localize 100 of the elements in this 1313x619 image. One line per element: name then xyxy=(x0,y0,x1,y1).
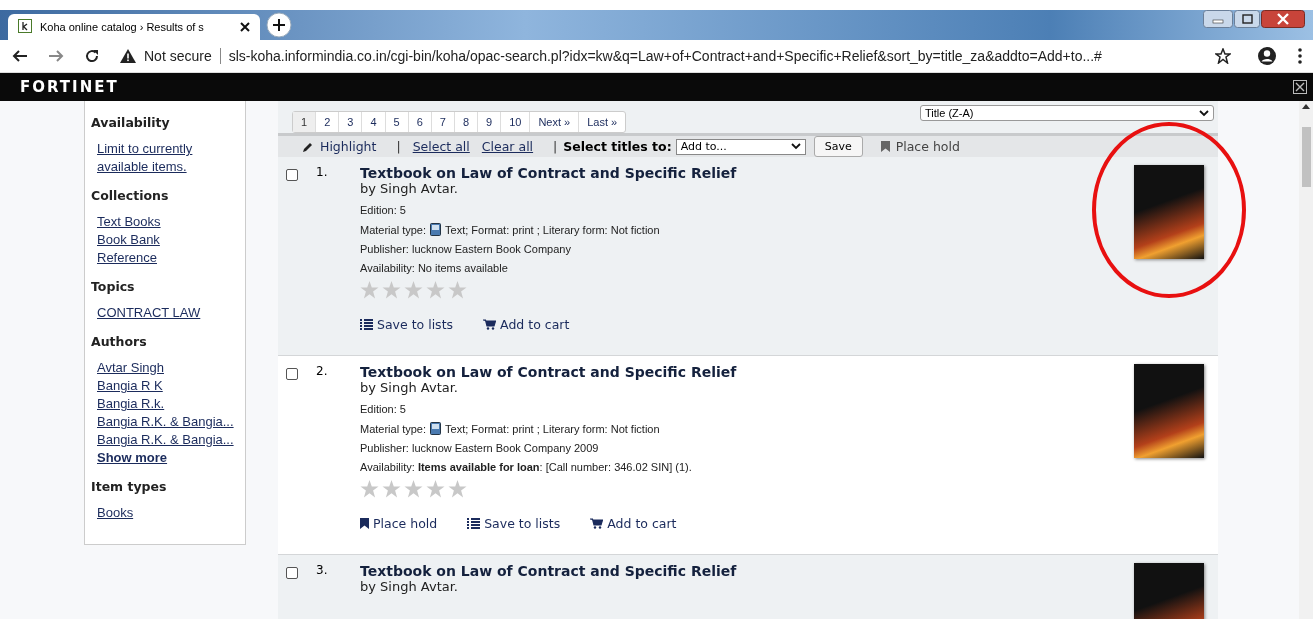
facet-link[interactable]: Bangia R.K. & Bangia... xyxy=(97,413,234,431)
url-text: sls-koha.informindia.co.in/cgi-bin/koha/opac-search.pl?idx=kw&q=Law+of+Contract+and+Specific+Relief&sort_by=title_za&addto=Add+to...# xyxy=(228,48,1103,64)
result-title-link[interactable]: Textbook on Law of Contract and Specific Relief xyxy=(360,364,1134,380)
page-link[interactable]: Last » xyxy=(578,112,626,132)
edition-text: Edition: 5 xyxy=(360,204,407,216)
koha-icon xyxy=(18,19,32,35)
star-icon xyxy=(448,480,467,498)
minimize-icon[interactable] xyxy=(1203,10,1233,28)
result-title-link[interactable]: Textbook on Law of Contract and Specific Relief xyxy=(360,165,1134,181)
page-link[interactable]: 3 xyxy=(338,112,362,132)
facet-link[interactable]: Reference xyxy=(97,249,157,267)
bookmark-star-icon[interactable] xyxy=(1215,48,1231,64)
page-link[interactable]: 9 xyxy=(477,112,501,132)
bookmark-icon xyxy=(360,518,369,529)
add-to-dropdown[interactable]: Add to... xyxy=(675,138,806,155)
result-number: 1. xyxy=(316,165,329,181)
add-to-cart-link[interactable]: Add to cart xyxy=(483,317,570,332)
select-checkbox[interactable] xyxy=(286,368,298,380)
scrollbar[interactable] xyxy=(1299,101,1313,619)
facet-link[interactable]: Bangia R.k. xyxy=(97,395,165,413)
availability-text: Availability: Items available for loan: [Call number: 346.02 SIN] (1). xyxy=(360,461,693,473)
highlight-button[interactable]: Highlight xyxy=(302,139,377,154)
save-to-lists-link[interactable]: Save to lists xyxy=(360,317,454,332)
address-bar[interactable]: Not secure sls-koha.informindia.co.in/cgi-bin/koha/opac-search.pl?idx=kw&q=Law+of+Contract+and+Specific+Relief&sort_by=title_za&addto=Add+to...# xyxy=(120,48,1237,64)
security-label: Not secure xyxy=(144,48,212,64)
star-icon xyxy=(382,281,401,299)
bookmark-icon xyxy=(880,141,890,152)
facet-link[interactable]: Bangia R.K. & Bangia... xyxy=(97,431,234,449)
sort-dropdown[interactable]: Title (Z-A) xyxy=(920,105,1214,121)
place-hold-link[interactable]: Place hold xyxy=(360,516,438,531)
close-icon[interactable] xyxy=(240,22,250,32)
add-to-cart-link[interactable]: Add to cart xyxy=(590,516,677,531)
cart-icon xyxy=(483,319,497,330)
result-title-link[interactable]: Textbook on Law of Contract and Specific Relief xyxy=(360,563,1134,579)
facet-link[interactable]: Book Bank xyxy=(97,231,160,249)
author-text: by Singh Avtar. xyxy=(360,579,459,594)
facet-heading: Availability xyxy=(91,115,171,130)
select-checkbox[interactable] xyxy=(286,567,298,579)
chevron-down-icon xyxy=(790,143,801,150)
rating-stars[interactable] xyxy=(360,480,467,498)
facet-link[interactable]: Avtar Singh xyxy=(97,359,164,377)
page-link[interactable]: 7 xyxy=(430,112,454,132)
cart-icon xyxy=(590,518,604,529)
restore-icon[interactable] xyxy=(1234,10,1260,28)
scrollbar-thumb[interactable] xyxy=(1301,127,1311,187)
save-button[interactable]: Save xyxy=(813,136,863,157)
page-link[interactable]: 6 xyxy=(407,112,431,132)
list-icon xyxy=(360,319,373,330)
pencil-icon xyxy=(302,140,314,153)
separator-text: | xyxy=(396,139,401,154)
facet-link[interactable]: Text Books xyxy=(97,213,161,231)
material-type-text: Text; Format: print ; Literary form: Not fiction xyxy=(445,422,660,435)
book-icon xyxy=(430,422,442,435)
facet-link[interactable]: Books xyxy=(97,504,134,522)
facet-link[interactable]: Limit to currently available items. xyxy=(97,140,245,176)
select-checkbox[interactable] xyxy=(286,169,298,181)
list-icon xyxy=(467,518,481,529)
show-more-link[interactable]: Show more xyxy=(97,449,168,467)
page-link[interactable]: 4 xyxy=(361,112,385,132)
menu-icon[interactable] xyxy=(1297,47,1303,65)
profile-icon[interactable] xyxy=(1257,46,1277,66)
facet-heading: Item types xyxy=(91,479,168,494)
star-icon xyxy=(448,281,467,299)
facet-link[interactable]: Bangia R K xyxy=(97,377,163,395)
page-link[interactable]: 8 xyxy=(453,112,477,132)
fortinet-logo: FORTINET xyxy=(20,78,119,96)
page-link[interactable]: 1 xyxy=(293,112,316,132)
warning-icon xyxy=(120,49,136,63)
star-icon xyxy=(404,480,423,498)
save-to-lists-link[interactable]: Save to lists xyxy=(467,516,561,531)
publisher-text: Publisher: lucknow Eastern Book Company 2009 xyxy=(360,442,600,454)
clear-all-link[interactable]: Clear all xyxy=(481,139,534,154)
separator-text: | xyxy=(553,139,558,154)
star-icon xyxy=(426,281,445,299)
star-icon xyxy=(382,480,401,498)
new-tab-icon[interactable] xyxy=(266,12,292,38)
tab-title: Koha online catalog › Results of s xyxy=(40,21,205,33)
scroll-up-icon[interactable] xyxy=(1302,103,1310,109)
facet-link[interactable]: CONTRACT LAW xyxy=(97,304,201,322)
author-text: by Singh Avtar. xyxy=(360,181,459,196)
browser-tab[interactable]: Koha online catalog › Results of s xyxy=(8,14,260,40)
star-icon xyxy=(426,480,445,498)
star-icon xyxy=(360,281,379,299)
place-hold-button[interactable]: Place hold xyxy=(880,139,960,154)
close-icon[interactable] xyxy=(1293,80,1307,94)
forward-icon[interactable] xyxy=(48,48,64,64)
select-all-link[interactable]: Select all xyxy=(412,139,470,154)
chevron-down-icon xyxy=(1199,109,1209,117)
rating-stars[interactable] xyxy=(360,281,467,299)
page-link[interactable]: 10 xyxy=(500,112,530,132)
page-link[interactable]: Next » xyxy=(529,112,579,132)
page-link[interactable]: 2 xyxy=(315,112,339,132)
result-number: 3. xyxy=(316,563,329,579)
back-icon[interactable] xyxy=(12,48,28,64)
close-icon[interactable] xyxy=(1261,10,1305,28)
book-icon xyxy=(430,223,442,236)
material-type-label: Material type: xyxy=(360,422,427,435)
reload-icon[interactable] xyxy=(84,48,100,64)
page-link[interactable]: 5 xyxy=(384,112,408,132)
facet-heading: Authors xyxy=(91,334,148,349)
